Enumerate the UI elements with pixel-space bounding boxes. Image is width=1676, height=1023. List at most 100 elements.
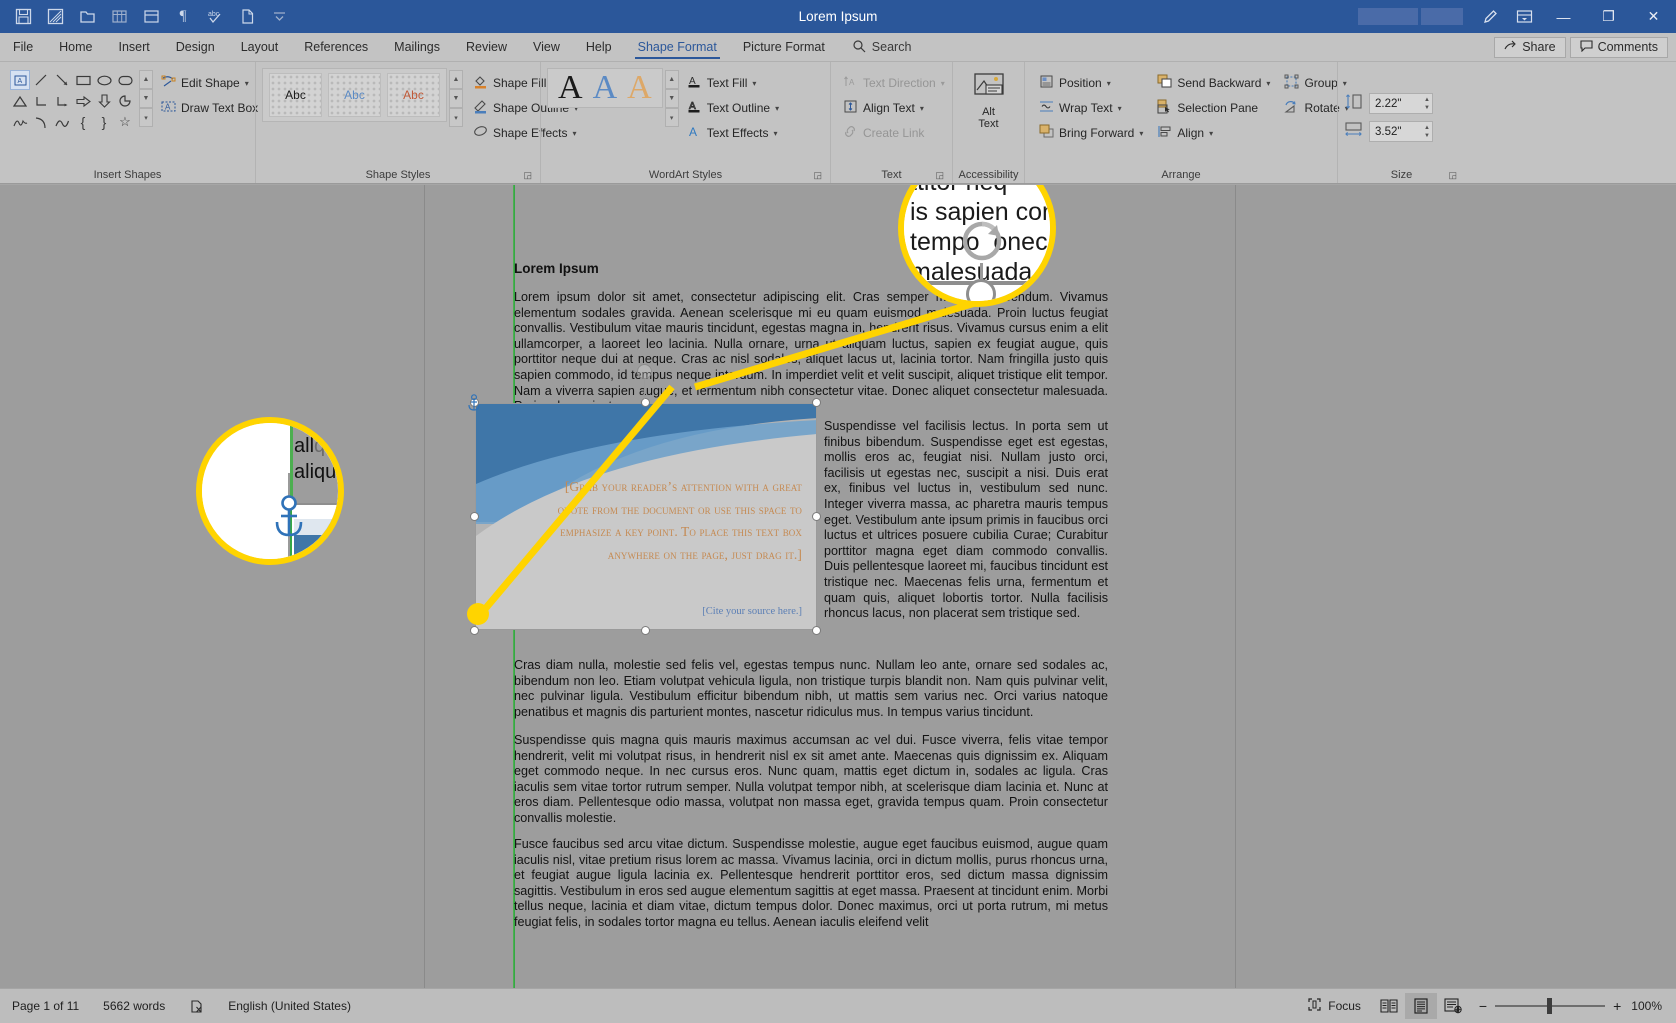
stepper-down-icon[interactable]: ▼ (1424, 104, 1430, 112)
stepper-down-icon[interactable]: ▼ (1424, 132, 1430, 140)
shape-height-stepper[interactable]: ▲ ▼ (1424, 96, 1430, 112)
wordart-dialog-launcher[interactable]: ◲ (813, 170, 822, 181)
shape-line-icon[interactable] (31, 70, 51, 90)
shape-styles-scroll-up-button[interactable]: ▲ (449, 70, 463, 89)
document-page[interactable]: Lorem Ipsum Lorem ipsum dolor sit amet, … (424, 185, 1236, 988)
shape-width-stepper[interactable]: ▲ ▼ (1424, 124, 1430, 140)
minimize-button[interactable]: — (1541, 0, 1586, 33)
align-button[interactable]: Align ▾ (1157, 122, 1270, 144)
tab-file[interactable]: File (0, 33, 46, 61)
resize-handle-bottom-center[interactable] (641, 626, 650, 635)
chevron-down-icon[interactable]: ▾ (1209, 129, 1213, 138)
bring-forward-button[interactable]: Bring Forward ▾ (1039, 122, 1143, 144)
chevron-down-icon[interactable]: ▾ (245, 79, 249, 88)
selected-text-box[interactable]: [Grab your reader’s attention with a gre… (475, 403, 817, 630)
wordart-scroll-up-button[interactable]: ▲ (664, 70, 679, 89)
wordart-thumb-1[interactable]: A (558, 71, 583, 105)
shape-style-thumb-2[interactable]: Abc (328, 73, 381, 117)
wordart-thumb-2[interactable]: A (593, 71, 618, 105)
page-indicator[interactable]: Page 1 of 11 (0, 999, 91, 1013)
shape-styles-gallery[interactable]: Abc Abc Abc (262, 68, 447, 122)
shape-pie-icon[interactable] (115, 91, 135, 111)
spelling-icon[interactable]: abc (200, 4, 230, 30)
restore-button[interactable]: ❐ (1586, 0, 1631, 33)
shapes-gallery-scroll[interactable]: ▲ ▼ ▾ (139, 68, 153, 127)
shape-triangle-icon[interactable] (10, 91, 30, 111)
zoom-out-button[interactable]: − (1479, 998, 1487, 1014)
save-icon[interactable] (8, 4, 38, 30)
shape-right-brace-icon[interactable]: } (94, 112, 114, 132)
shape-ellipse-icon[interactable] (94, 70, 114, 90)
shape-down-arrow-icon[interactable] (94, 91, 114, 111)
shape-left-brace-icon[interactable]: { (73, 112, 93, 132)
selection-pane-button[interactable]: Selection Pane (1157, 97, 1270, 119)
document-paragraph-2[interactable]: Suspendisse vel facilisis lectus. In por… (824, 419, 1108, 622)
tab-design[interactable]: Design (163, 33, 228, 61)
shape-styles-more-button[interactable]: ▾ (449, 108, 463, 127)
shape-styles-scroll[interactable]: ▲ ▼ ▾ (449, 68, 463, 127)
chevron-down-icon[interactable]: ▾ (1266, 79, 1270, 88)
shape-arrow-line-icon[interactable] (52, 70, 72, 90)
read-mode-button[interactable] (1373, 993, 1405, 1019)
web-layout-button[interactable] (1437, 993, 1469, 1019)
position-button[interactable]: Position ▾ (1039, 72, 1143, 94)
chevron-down-icon[interactable]: ▾ (1118, 104, 1122, 113)
quick-access-toolbar[interactable]: ¶ abc (0, 4, 294, 30)
textbox-citation-text[interactable]: [Cite your source here.] (702, 606, 802, 617)
shape-elbow-connector-icon[interactable] (31, 91, 51, 111)
resize-handle-bottom-left[interactable] (470, 626, 479, 635)
tab-layout[interactable]: Layout (228, 33, 292, 61)
shape-arc-icon[interactable] (31, 112, 51, 132)
shape-styles-dialog-launcher[interactable]: ◲ (523, 170, 532, 181)
alt-text-button[interactable]: Alt Text (963, 68, 1015, 131)
autosave-icon[interactable] (40, 4, 70, 30)
align-text-button[interactable]: Align Text ▾ (843, 97, 945, 119)
anchor-icon[interactable] (467, 394, 481, 417)
chevron-down-icon[interactable]: ▾ (1139, 129, 1143, 138)
shape-rounded-rect-icon[interactable] (115, 70, 135, 90)
rotate-handle-icon[interactable] (637, 364, 652, 379)
wordart-thumb-3[interactable]: A (627, 71, 652, 105)
text-direction-button[interactable]: A Text Direction ▾ (843, 72, 945, 94)
text-effects-button[interactable]: A Text Effects ▾ (687, 122, 779, 144)
table-icon[interactable] (104, 4, 134, 30)
document-paragraph-3[interactable]: Cras diam nulla, molestie sed felis vel,… (514, 658, 1108, 720)
share-button[interactable]: Share (1494, 36, 1566, 58)
shape-styles-scroll-down-button[interactable]: ▼ (449, 89, 463, 108)
document-paragraph-1[interactable]: Lorem ipsum dolor sit amet, consectetur … (514, 290, 1108, 415)
text-outline-button[interactable]: A Text Outline ▾ (687, 97, 779, 119)
customize-qat-icon[interactable] (264, 4, 294, 30)
wordart-more-button[interactable]: ▾ (664, 108, 679, 127)
shape-scribble-icon[interactable] (10, 112, 30, 132)
wordart-gallery[interactable]: A A A (547, 68, 663, 108)
textbox-quote-text[interactable]: [Grab your reader’s attention with a gre… (540, 476, 802, 566)
chevron-down-icon[interactable]: ▾ (920, 104, 924, 113)
print-layout-button[interactable] (1404, 993, 1437, 1019)
proofing-errors-icon[interactable] (177, 999, 216, 1014)
resize-handle-top-center[interactable] (641, 398, 650, 407)
resize-handle-top-right[interactable] (812, 398, 821, 407)
shape-style-thumb-1[interactable]: Abc (269, 73, 322, 117)
focus-button[interactable]: Focus (1295, 997, 1373, 1015)
document-paragraph-5[interactable]: Fusce faucibus sed arcu vitae dictum. Su… (514, 837, 1108, 931)
zoom-in-button[interactable]: + (1613, 998, 1621, 1014)
zoom-level-label[interactable]: 100% (1631, 999, 1676, 1013)
shapes-scroll-down-button[interactable]: ▼ (139, 89, 153, 108)
tab-review[interactable]: Review (453, 33, 520, 61)
shape-style-thumb-3[interactable]: Abc (387, 73, 440, 117)
new-document-icon[interactable] (232, 4, 262, 30)
tab-shape-format[interactable]: Shape Format (625, 33, 730, 61)
draw-text-box-button[interactable]: A Draw Text Box (161, 97, 258, 119)
search-input[interactable]: Search (838, 33, 926, 61)
zoom-thumb[interactable] (1547, 998, 1553, 1014)
shapes-scroll-up-button[interactable]: ▲ (139, 70, 153, 89)
tab-picture-format[interactable]: Picture Format (730, 33, 838, 61)
chevron-down-icon[interactable]: ▾ (752, 79, 756, 88)
wrap-text-button[interactable]: Wrap Text ▾ (1039, 97, 1143, 119)
word-count[interactable]: 5662 words (91, 999, 177, 1013)
tab-home[interactable]: Home (46, 33, 105, 61)
close-button[interactable]: ✕ (1631, 0, 1676, 33)
tab-insert[interactable]: Insert (106, 33, 163, 61)
stepper-up-icon[interactable]: ▲ (1424, 96, 1430, 104)
shape-right-arrow-icon[interactable] (73, 91, 93, 111)
